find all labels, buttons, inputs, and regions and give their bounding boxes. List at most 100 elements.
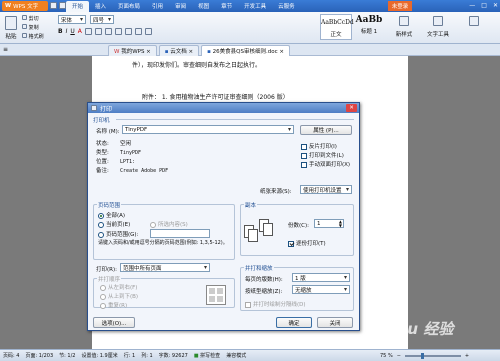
order-title: 并打顺序 [97,275,122,283]
range-selection-radio[interactable]: 所选内容(S) [150,220,188,228]
ok-button[interactable]: 确定 [276,317,312,328]
collate-box [288,240,294,247]
text-tools-button[interactable]: 文字工具 [424,16,452,40]
printer-name-select[interactable]: TinyPDF [122,125,294,134]
numbering-icon[interactable] [144,28,152,35]
ribbon-tab[interactable]: 页面布局 [112,1,146,12]
ribbon-tab[interactable]: 开发工具 [238,1,272,12]
font-select[interactable]: 宋体 [58,15,86,24]
clipboard-icon [5,16,17,30]
copy-button[interactable]: 复制 [22,24,52,33]
status-words[interactable]: 字数: 92627 [159,352,188,359]
manual-duplex-checkbox[interactable]: 手动双面打印(X) [301,161,350,170]
dialog-title-bar[interactable]: 打印 [88,103,359,113]
style-normal-preview: AaBbCcDd [321,19,354,26]
tab-close-icon[interactable]: × [187,49,194,55]
range-selection-label: 所选内容(S) [158,222,188,228]
document-tab-label: 我的WPS [121,49,145,55]
font-color-icon[interactable]: A [78,28,82,38]
page-range-input[interactable] [150,229,210,238]
undo-icon[interactable] [59,2,66,9]
collate-label: 逐份打印(T) [296,241,326,247]
spinner-arrows-icon[interactable]: ▲ ▼ [339,219,342,228]
align-center-icon[interactable] [94,28,102,35]
find-replace-button[interactable] [462,16,486,40]
zoom-in-icon[interactable]: + [465,353,469,359]
underline-icon[interactable]: U [70,28,74,38]
style-heading1[interactable]: AaBb 标题 1 [355,14,383,40]
order-repeat-radio[interactable]: 重复(R) [100,301,127,309]
tab-strip-menu-icon[interactable]: ≡ [3,46,8,53]
bold-icon[interactable]: B [58,28,63,38]
options-button[interactable]: 选项(O)... [93,317,135,328]
ribbon-tab[interactable]: 插入 [89,1,112,12]
paste-button[interactable]: 粘贴 [3,14,19,42]
document-tab-bar: ≡ W 我的WPS × ▪ 云文档 × ▪ 26美食县QS审核细则.doc × [0,44,500,56]
login-button[interactable]: 未登录 [388,1,412,11]
new-style-button[interactable]: 新样式 [392,16,416,40]
ribbon-tab[interactable]: 章节 [215,1,238,12]
copies-label: 份数(C): [288,223,309,229]
order-ttb-radio[interactable]: 从上到下(B) [100,292,138,300]
cut-button[interactable]: 剪切 [22,15,52,24]
document-tab[interactable]: ▪ 26美食县QS审核细则.doc × [201,45,290,56]
collate-checkbox[interactable]: 逐份打印(T) [288,239,326,247]
print-to-file-checkbox[interactable]: 打印到文件(L) [301,152,350,161]
line-spacing-icon[interactable] [124,28,132,35]
font-size-select[interactable]: 四号 [90,15,114,24]
range-current-dot [98,221,104,228]
copies-spinner[interactable]: 1 ▲ ▼ [314,219,344,228]
ribbon-tab[interactable]: 开始 [66,1,90,12]
italic-icon[interactable]: I [66,28,68,38]
order-ltr-radio[interactable]: 从左到右(F) [100,283,137,291]
minimize-icon[interactable]: — [469,2,475,10]
style-normal[interactable]: AaBbCcDd 正文 [320,14,354,40]
type-label: 类型: [96,150,109,156]
format-painter-button[interactable]: 格式刷 [22,33,52,42]
zoom-slider-thumb[interactable] [420,352,424,359]
range-current-radio[interactable]: 当前页(E) [98,220,130,228]
status-mode: 兼容模式 [226,353,247,359]
draw-border-checkbox[interactable]: 并打时绘制分隔线(D) [245,300,306,308]
printer-name-label: 名称 (M): [96,129,120,135]
justify-icon[interactable] [114,28,122,35]
range-pages-radio[interactable]: 页码范围(G): [98,230,138,238]
app-menu-button[interactable]: W WPS 文字 [2,1,48,11]
paper-source-select[interactable]: 使用打印机设置 [300,185,352,194]
scale-select[interactable]: 无缩放 [292,285,350,294]
zoom-slider[interactable] [404,352,461,359]
document-tab[interactable]: ▪ 云文档 × [158,45,200,56]
maximize-icon[interactable]: □ [481,2,487,10]
text-tools-label: 文字工具 [426,32,449,38]
print-what-select[interactable]: 范围中所有页面 [120,263,210,272]
comment-value: Create Adobe PDF [120,168,169,174]
comment-label: 备注: [96,168,109,174]
pages-per-sheet-select[interactable]: 1 版 [292,273,350,282]
ribbon-tab[interactable]: 审阅 [169,1,192,12]
reverse-print-checkbox[interactable]: 反片打印(I) [301,143,350,152]
ribbon-tab[interactable]: 云服务 [272,1,301,12]
close-button[interactable]: 关闭 [317,317,353,328]
ribbon-tab[interactable]: 视图 [192,1,215,12]
range-selection-dot [150,221,156,228]
ribbon-tab[interactable]: 引用 [146,1,169,12]
properties-button[interactable]: 属性 (P)... [300,125,352,135]
align-left-icon[interactable] [84,28,92,35]
align-right-icon[interactable] [104,28,112,35]
close-icon[interactable]: ✕ [493,2,498,10]
spell-check-status[interactable]: ■ 拼写检查 [194,352,220,359]
brush-icon [22,33,27,38]
dialog-close-icon[interactable]: ✕ [346,104,357,112]
collate-page [248,229,258,242]
order-preview-icon [206,285,226,305]
document-tab[interactable]: W 我的WPS × [108,45,157,56]
zoom-value[interactable]: 75 % [380,353,393,359]
bullets-icon[interactable] [134,28,142,35]
window-controls: — □ ✕ [440,2,498,10]
range-all-radio[interactable]: 全部(A) [98,211,125,219]
zoom-out-icon[interactable]: − [397,353,401,359]
reverse-print-label: 反片打印(I) [309,144,337,150]
save-icon[interactable] [50,2,57,9]
tab-close-icon[interactable]: × [144,49,151,55]
tab-close-icon[interactable]: × [278,49,284,55]
